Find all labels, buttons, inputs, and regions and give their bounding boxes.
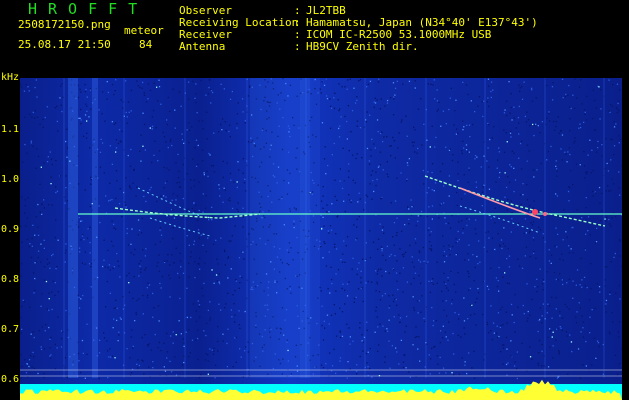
bright-band bbox=[300, 78, 320, 378]
bright-band bbox=[68, 78, 78, 378]
y-tick-label: 0.8 bbox=[1, 274, 20, 285]
meteor-trace bbox=[149, 217, 211, 237]
y-tick-label: 1.1 bbox=[1, 124, 20, 135]
antenna-sep: : bbox=[294, 40, 301, 53]
count-label: 84 bbox=[139, 38, 153, 51]
meteor-head bbox=[532, 209, 538, 215]
noise-layer bbox=[20, 78, 622, 380]
meteor-head bbox=[543, 212, 547, 216]
mode-label: meteor bbox=[124, 24, 164, 37]
spectrogram-plot[interactable] bbox=[20, 78, 622, 400]
app-brand: HROFFT bbox=[28, 0, 149, 18]
meteor-trace bbox=[459, 205, 541, 234]
y-tick-label: 0.9 bbox=[1, 224, 20, 235]
y-tick-label: 1.0 bbox=[1, 174, 20, 185]
filename-label: 2508172150.png bbox=[18, 18, 111, 31]
y-tick-label: 0.6 bbox=[1, 374, 20, 385]
bright-band bbox=[92, 78, 98, 378]
meteor-trace bbox=[114, 207, 261, 219]
datetime-label: 25.08.17 21:50 bbox=[18, 38, 111, 51]
meteor-trace bbox=[424, 175, 606, 227]
y-tick-label: 0.7 bbox=[1, 324, 20, 335]
y-axis-unit: kHz bbox=[1, 72, 20, 83]
header-panel: HROFFT 2508172150.png meteor 25.08.17 21… bbox=[0, 0, 629, 76]
antenna-value: HB9CV Zenith dir. bbox=[306, 40, 419, 53]
spectrogram-svg bbox=[20, 78, 622, 400]
antenna-key: Antenna bbox=[179, 40, 226, 53]
